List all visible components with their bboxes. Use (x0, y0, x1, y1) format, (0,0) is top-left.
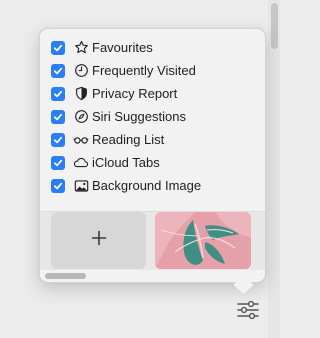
menu-item-background-image[interactable]: Background Image (40, 174, 265, 197)
menu-item-siri-suggestions[interactable]: Siri Suggestions (40, 105, 265, 128)
checkbox-icloud-tabs[interactable] (51, 155, 65, 170)
add-background-button[interactable] (51, 212, 146, 269)
customize-start-page-button[interactable] (234, 300, 262, 325)
page-scrollbar[interactable] (268, 0, 280, 338)
checkbox-frequently-visited[interactable] (51, 63, 65, 78)
menu-item-privacy-report[interactable]: Privacy Report (40, 82, 265, 105)
checkbox-background-image[interactable] (51, 178, 65, 193)
customize-start-page-popover: Favourites Frequently Visited Privacy Re… (39, 28, 266, 297)
menu-item-favourites[interactable]: Favourites (40, 36, 265, 59)
page-scrollbar-thumb[interactable] (271, 3, 278, 49)
compass-icon (73, 109, 89, 125)
section-list: Favourites Frequently Visited Privacy Re… (40, 36, 265, 197)
checkbox-favourites[interactable] (51, 40, 65, 55)
cloud-icon (73, 155, 89, 171)
checkbox-siri-suggestions[interactable] (51, 109, 65, 124)
menu-item-label: Privacy Report (92, 86, 178, 101)
popover-arrow (232, 274, 255, 297)
menu-item-reading-list[interactable]: Reading List (40, 128, 265, 151)
menu-item-icloud-tabs[interactable]: iCloud Tabs (40, 151, 265, 174)
star-icon (73, 40, 89, 56)
plus-icon (90, 229, 108, 252)
checkbox-privacy-report[interactable] (51, 86, 65, 101)
menu-item-label: Siri Suggestions (92, 109, 186, 124)
checkbox-reading-list[interactable] (51, 132, 65, 147)
butterfly-wallpaper-image (155, 212, 251, 269)
clock-icon (73, 63, 89, 79)
menu-item-label: Frequently Visited (92, 63, 196, 78)
sliders-icon (236, 300, 260, 325)
menu-item-label: Reading List (92, 132, 165, 147)
background-image-thumbnail[interactable] (155, 212, 251, 269)
glasses-icon (73, 132, 89, 148)
thumbnail-scrollbar[interactable] (45, 273, 86, 279)
menu-item-label: Background Image (92, 178, 202, 193)
menu-item-label: Favourites (92, 40, 153, 55)
menu-item-frequently-visited[interactable]: Frequently Visited (40, 59, 265, 82)
menu-item-label: iCloud Tabs (92, 155, 160, 170)
background-image-picker (40, 211, 265, 270)
shield-icon (73, 86, 89, 102)
photo-icon (73, 178, 89, 194)
